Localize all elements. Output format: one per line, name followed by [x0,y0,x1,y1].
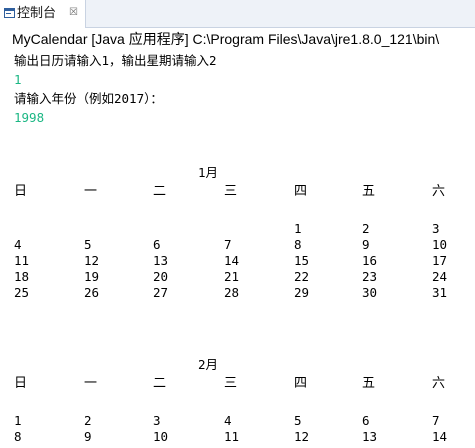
weekday-header: 六 [432,376,446,391]
calendar-day: 13 [362,429,378,444]
calendar-day: 7 [432,413,440,428]
weekday-header: 三 [224,376,238,391]
weekday-header: 日 [14,184,28,199]
calendar-day: 9 [84,429,92,444]
calendar-day: 12 [84,253,100,268]
calendar-day: 7 [224,237,232,252]
calendar-day: 11 [224,429,240,444]
calendar-day: 8 [294,237,302,252]
month-title: 2月 [198,357,219,372]
prompt-mode-line: 输出日历请输入1，输出星期请输入2 [14,53,217,68]
close-icon[interactable]: ☒ [69,5,78,21]
calendar-day: 1 [294,221,302,236]
calendar-day: 10 [432,237,448,252]
prompt-year-line: 请输入年份（例如2017）： [14,91,163,106]
calendar-day: 27 [153,285,169,300]
weekday-header: 二 [153,376,167,391]
weekday-header: 二 [153,184,167,199]
input-mode-line: 1 [14,72,22,87]
calendar-day: 4 [14,237,22,252]
calendar-day: 6 [362,413,370,428]
calendar-day: 14 [224,253,240,268]
calendar-day: 23 [362,269,378,284]
calendar-day: 5 [294,413,302,428]
calendar-day: 11 [14,253,30,268]
calendar-day: 21 [224,269,240,284]
console-tab-bar: 控制台 ☒ [0,0,475,28]
calendar-day: 15 [294,253,310,268]
calendar-day: 4 [224,413,232,428]
calendar-day: 26 [84,285,100,300]
calendar-day: 14 [432,429,448,444]
calendar-day: 25 [14,285,30,300]
console-tab[interactable]: 控制台 ☒ [0,0,86,28]
calendar-day: 29 [294,285,310,300]
calendar-day: 19 [84,269,100,284]
calendar-day: 28 [224,285,240,300]
console-icon [4,8,15,18]
calendar-day: 3 [153,413,161,428]
calendar-day: 30 [362,285,378,300]
weekday-header: 五 [362,184,376,199]
input-year-line: 1998 [14,110,45,125]
weekday-header: 三 [224,184,238,199]
launch-configuration-line: MyCalendar [Java 应用程序] C:\Program Files\… [12,31,440,47]
weekday-header: 四 [294,376,308,391]
calendar-day: 2 [84,413,92,428]
calendar-day: 2 [362,221,370,236]
calendar-day: 12 [294,429,310,444]
calendar-day: 10 [153,429,169,444]
calendar-day: 1 [14,413,22,428]
calendar-day: 24 [432,269,448,284]
weekday-header: 日 [14,376,28,391]
console-tab-label: 控制台 [17,6,57,21]
console-output[interactable]: 输出日历请输入1，输出星期请输入2 1 请输入年份（例如2017）： 1998 … [0,49,475,448]
calendar-day: 18 [14,269,30,284]
calendar-day: 17 [432,253,448,268]
calendar-day: 16 [362,253,378,268]
month-title: 1月 [198,165,219,180]
calendar-day: 6 [153,237,161,252]
calendar-day: 8 [14,429,22,444]
calendar-day: 9 [362,237,370,252]
calendar-day: 31 [432,285,448,300]
calendar-day: 5 [84,237,92,252]
calendar-day: 3 [432,221,440,236]
calendar-day: 20 [153,269,169,284]
calendar-day: 13 [153,253,169,268]
weekday-header: 五 [362,376,376,391]
weekday-header: 四 [294,184,308,199]
calendar-day: 22 [294,269,310,284]
weekday-header: 一 [84,376,98,391]
weekday-header: 一 [84,184,98,199]
weekday-header: 六 [432,184,446,199]
